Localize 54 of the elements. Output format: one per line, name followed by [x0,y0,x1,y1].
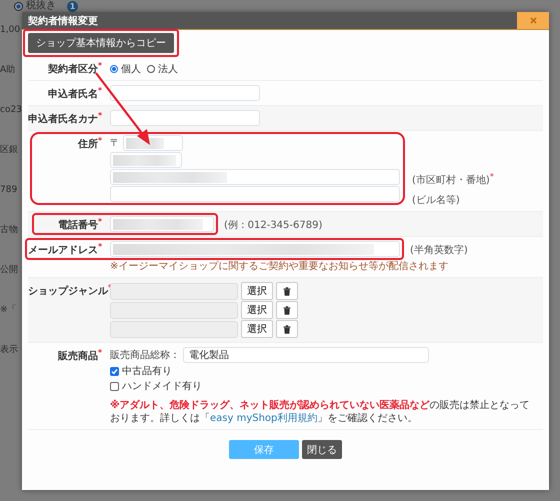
copy-button[interactable]: ショップ基本情報からコピー [28,33,174,53]
postal-mark: 〒 [110,137,120,150]
delete-button[interactable] [276,301,298,319]
field-label: 販売商品$^{*}$ [56,347,103,363]
field-label: 電話番号$^{*}$ [56,216,103,232]
background-text: 1,00 [0,24,22,36]
dialog-title: 契約者情報変更 [28,14,98,28]
text-field[interactable] [110,85,260,101]
background-text: 表示 [0,344,19,356]
trash-icon [283,286,291,296]
background-text: co23 [0,104,22,116]
select-button[interactable]: 選択 [241,320,273,338]
email-field[interactable] [110,241,400,257]
background-text: 公開 [0,264,19,276]
delete-button[interactable] [276,320,298,338]
radio-label: 税抜き [26,0,56,12]
background-text: ※「 [0,304,18,316]
phone-field[interactable] [110,216,214,232]
close-button[interactable] [517,12,549,29]
text-field[interactable] [110,110,260,126]
close-icon [530,17,536,24]
address-field[interactable] [110,186,400,202]
field-label: 契約者区分$^{*}$ [46,60,103,76]
address-field[interactable] [110,169,400,185]
background-text: 区銀 [0,144,19,156]
select-button[interactable]: 選択 [241,301,273,319]
field-label: 申込者氏名$^{*}$ [46,85,103,101]
field-hint: (市区町村・番地)$^{*}$ [412,173,494,187]
checkbox-option[interactable]: 中古品有り [110,364,429,378]
checkbox-option[interactable]: ハンドメイド有り [110,379,429,393]
checkmark-icon [111,368,118,374]
field-hint: (例 : 012-345-6789) [223,219,322,232]
info-badge: 1 [67,0,78,12]
terms-link[interactable]: easy myShop利用規約 [210,413,318,424]
field-hint: (半角英数字) [409,244,468,257]
email-note: ※イージーマイショップに関するご契約や重要なお知らせ等が配信されます [109,260,450,273]
trash-icon [283,306,291,314]
trash-icon [283,324,291,334]
field-label: 申込者氏名カナ$^{*}$ [28,110,104,126]
postal-field[interactable] [123,135,183,151]
field-label: メールアドレス$^{*}$ [28,241,104,257]
radio-option[interactable]: 個人 [110,62,141,76]
select-button[interactable]: 選択 [241,282,273,300]
radio-option[interactable]: 法人 [147,62,178,76]
background-text: 789 [0,184,18,196]
field-hint: (ビル名等) [412,194,461,207]
product-name-field[interactable]: 電化製品 [183,347,429,363]
field-label: 住所$^{*}$ [76,135,103,151]
delete-button[interactable] [276,282,298,300]
notice-text: ※アダルト、危険ドラッグ、ネット販売が認められていない医薬品などの販売は禁止となっております。詳しくは「easy myShop利用規約」をご確認ください。 [109,399,531,425]
background-text: 古物 [0,224,19,236]
product-name-label: 販売商品総称： [110,348,180,362]
close-button[interactable]: 閉じる [302,440,342,459]
background-text: A助 [0,64,16,76]
